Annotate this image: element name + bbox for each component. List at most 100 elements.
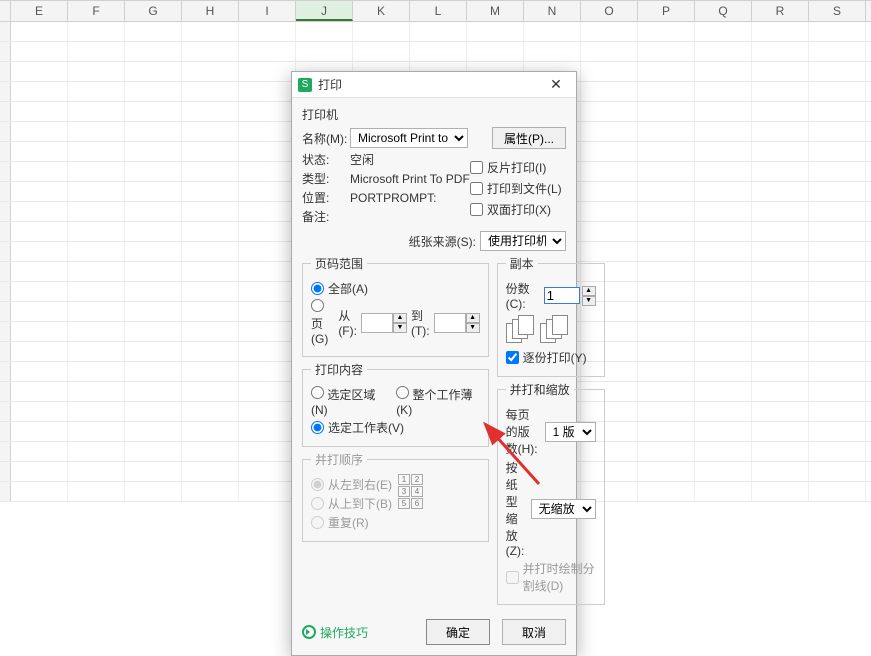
cell[interactable] [125,382,182,401]
cell[interactable] [125,82,182,101]
column-header-E[interactable]: E [11,1,68,21]
cell[interactable] [638,302,695,321]
paper-source-select[interactable]: 使用打印机设置 [480,231,566,251]
cell[interactable] [296,22,353,41]
cell[interactable] [125,202,182,221]
cell[interactable] [752,22,809,41]
cell[interactable] [125,302,182,321]
cell[interactable] [182,82,239,101]
cell[interactable] [182,202,239,221]
copies-input[interactable] [544,287,580,304]
cell[interactable] [239,282,296,301]
cell[interactable] [752,322,809,341]
cell[interactable] [68,242,125,261]
cell[interactable] [239,182,296,201]
cell[interactable] [182,342,239,361]
cell[interactable] [239,102,296,121]
cell[interactable] [68,342,125,361]
cell[interactable] [239,402,296,421]
cell[interactable] [68,402,125,421]
cell[interactable] [809,282,866,301]
cell[interactable] [581,222,638,241]
cell[interactable] [695,262,752,281]
cell[interactable] [11,362,68,381]
cell[interactable] [182,122,239,141]
cell[interactable] [68,62,125,81]
cell[interactable] [638,402,695,421]
cell[interactable] [68,282,125,301]
cell[interactable] [239,442,296,461]
close-icon[interactable]: ✕ [542,76,570,93]
cell[interactable] [809,482,866,501]
cell[interactable] [809,62,866,81]
scale-type-select[interactable]: 无缩放 [531,499,596,519]
cell[interactable] [239,142,296,161]
cell[interactable] [68,182,125,201]
to-spin-down[interactable]: ▼ [466,323,480,333]
cell[interactable] [581,162,638,181]
cell[interactable] [68,322,125,341]
cell[interactable] [695,342,752,361]
cell[interactable] [695,102,752,121]
cell[interactable] [695,382,752,401]
sheet-radio[interactable]: 选定工作表(V) [311,419,480,436]
cell[interactable] [752,462,809,481]
cell[interactable] [68,202,125,221]
cell[interactable] [638,42,695,61]
cell[interactable] [182,382,239,401]
cell[interactable] [125,102,182,121]
cell[interactable] [581,82,638,101]
cell[interactable] [296,42,353,61]
cell[interactable] [695,442,752,461]
cell[interactable] [68,42,125,61]
cell[interactable] [695,362,752,381]
cell[interactable] [182,102,239,121]
cell[interactable] [638,222,695,241]
cell[interactable] [695,182,752,201]
print-to-file-check[interactable]: 打印到文件(L) [470,180,566,197]
cell[interactable] [353,22,410,41]
column-header-O[interactable]: O [581,1,638,21]
cell[interactable] [125,22,182,41]
cell[interactable] [182,182,239,201]
cell[interactable] [239,222,296,241]
cell[interactable] [125,142,182,161]
cell[interactable] [125,262,182,281]
cell[interactable] [638,342,695,361]
from-spin-up[interactable]: ▲ [393,313,407,323]
cell[interactable] [524,42,581,61]
cell[interactable] [182,482,239,501]
cell[interactable] [239,22,296,41]
cell[interactable] [125,122,182,141]
cell[interactable] [11,162,68,181]
cell[interactable] [638,242,695,261]
cell[interactable] [125,322,182,341]
cell[interactable] [695,142,752,161]
from-spin-down[interactable]: ▼ [393,323,407,333]
cell[interactable] [182,442,239,461]
cell[interactable] [752,262,809,281]
cell[interactable] [68,82,125,101]
cell[interactable] [11,302,68,321]
cell[interactable] [638,62,695,81]
cell[interactable] [239,82,296,101]
cell[interactable] [467,22,524,41]
cell[interactable] [695,202,752,221]
cell[interactable] [638,262,695,281]
cell[interactable] [239,122,296,141]
cell[interactable] [638,162,695,181]
column-header-H[interactable]: H [182,1,239,21]
cell[interactable] [11,462,68,481]
cell[interactable] [809,442,866,461]
cell[interactable] [182,22,239,41]
cell[interactable] [239,242,296,261]
cell[interactable] [752,102,809,121]
cell[interactable] [581,62,638,81]
cell[interactable] [68,162,125,181]
collate-check[interactable]: 逐份打印(Y) [506,349,596,366]
cell[interactable] [752,242,809,261]
cell[interactable] [125,342,182,361]
properties-button[interactable]: 属性(P)... [492,127,566,149]
cell[interactable] [182,242,239,261]
column-header-F[interactable]: F [68,1,125,21]
